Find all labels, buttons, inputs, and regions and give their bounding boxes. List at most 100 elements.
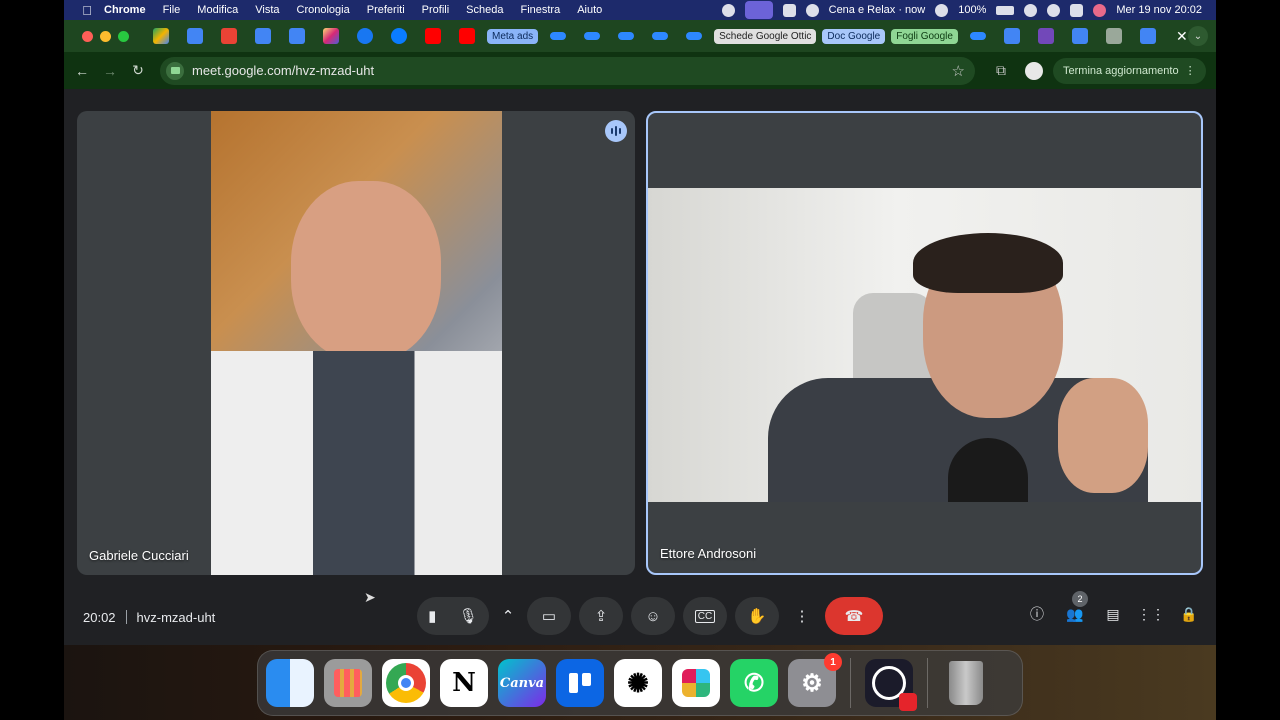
participant-tile[interactable]: Ettore Androsoni	[646, 111, 1203, 575]
menu-modifica[interactable]: Modifica	[197, 4, 238, 16]
address-bar[interactable]: meet.google.com/hvz-mzad-uht ☆	[160, 56, 975, 85]
screen:  Chrome File Modifica Vista Cronologia …	[64, 0, 1216, 720]
tab-meta-icon[interactable]	[618, 32, 635, 40]
menu-profili[interactable]: Profili	[422, 4, 450, 16]
microphone-button[interactable]: ▮ 🎙	[417, 597, 489, 635]
tab-fogli-google[interactable]: Fogli Google	[891, 28, 958, 44]
extensions-icon[interactable]: ⧉	[987, 57, 1015, 85]
menu-aiuto[interactable]: Aiuto	[577, 4, 602, 16]
tab-schede-google[interactable]: Schede Google Ottic	[714, 28, 817, 44]
chatgpt-status-icon[interactable]	[805, 3, 819, 17]
profile-avatar[interactable]	[1025, 61, 1043, 80]
update-button[interactable]: Termina aggiornamento ⋮	[1053, 57, 1206, 84]
camera-options-chevron-icon[interactable]: ⌃	[497, 597, 519, 635]
update-label: Termina aggiornamento	[1063, 64, 1179, 77]
menu-finestra[interactable]: Finestra	[520, 4, 560, 16]
tab-gmail-icon[interactable]	[221, 28, 237, 44]
participant-tile[interactable]: Gabriele Cucciari	[77, 111, 635, 575]
back-icon[interactable]: ←	[68, 57, 96, 85]
close-tab-icon[interactable]: ✕	[1176, 28, 1188, 45]
meet-site-icon[interactable]	[166, 61, 184, 80]
obs-icon[interactable]	[865, 659, 917, 711]
finder-icon[interactable]	[266, 659, 314, 707]
notification-badge: 1	[824, 653, 842, 671]
forward-icon[interactable]: →	[96, 57, 124, 85]
present-screen-button[interactable]: ⇪	[579, 597, 623, 635]
tab-docs-icon[interactable]	[1071, 28, 1088, 44]
tab-calendar-icon[interactable]	[187, 28, 203, 44]
now-playing[interactable]: Cena e Relax · now	[829, 4, 926, 16]
menu-cronologia[interactable]: Cronologia	[297, 4, 350, 16]
tab-facebook-icon[interactable]	[357, 28, 373, 44]
menu-vista[interactable]: Vista	[255, 4, 279, 16]
tab-messenger-icon[interactable]	[391, 28, 407, 44]
apple-icon[interactable]: 	[80, 3, 94, 18]
chat-icon[interactable]: ▤	[1102, 603, 1124, 625]
menu-app-name[interactable]: Chrome	[104, 4, 146, 16]
tab-meta-icon[interactable]	[550, 32, 567, 40]
launchpad-grid	[334, 669, 362, 697]
notion-icon[interactable]: N	[440, 659, 488, 707]
captions-button[interactable]: CC	[683, 597, 727, 635]
status-app-icon[interactable]	[721, 3, 735, 17]
people-glyph: 👥	[1066, 605, 1084, 622]
whatsapp-icon[interactable]: ✆	[730, 659, 778, 707]
tab-youtube-icon[interactable]	[425, 28, 441, 44]
captions-icon: CC	[694, 609, 716, 623]
trello-icon[interactable]	[556, 659, 604, 707]
tab-youtube-icon[interactable]	[459, 28, 475, 44]
people-icon[interactable]: 👥 2	[1064, 591, 1088, 625]
wifi-icon[interactable]	[1024, 3, 1038, 17]
leave-call-button[interactable]: ☎	[825, 597, 883, 635]
zoom-window-button[interactable]	[118, 30, 129, 42]
bookmark-star-icon[interactable]: ☆	[952, 62, 965, 80]
minimize-window-button[interactable]	[100, 30, 111, 42]
system-settings-icon[interactable]: ⚙ 1	[788, 653, 842, 707]
tab-docs-icon[interactable]	[255, 28, 271, 44]
menu-preferiti[interactable]: Preferiti	[367, 4, 405, 16]
chatgpt-icon[interactable]: ✺	[614, 659, 662, 707]
meeting-details-icon[interactable]: ⓘ	[1026, 603, 1048, 625]
battery-icon[interactable]	[996, 5, 1015, 15]
tab-meta-icon[interactable]	[686, 32, 703, 40]
present-icon: ⇪	[594, 608, 608, 625]
window-controls	[82, 30, 129, 42]
activities-icon[interactable]: ⋮⋮	[1137, 603, 1165, 625]
cast-icon[interactable]	[782, 3, 796, 17]
search-icon[interactable]	[1047, 3, 1061, 17]
reactions-button[interactable]: ☺	[631, 597, 675, 635]
chrome-icon[interactable]	[382, 659, 430, 707]
tab-meta-ads[interactable]: Meta ads	[487, 28, 539, 44]
status-area: Cena e Relax · now 100% Mer 19 nov 20:02	[721, 1, 1216, 19]
screen-share-icon[interactable]	[744, 1, 773, 19]
tab-instagram-icon[interactable]	[323, 28, 339, 44]
tab-docs-icon[interactable]	[1003, 28, 1020, 44]
siri-icon[interactable]	[1093, 3, 1107, 17]
more-options-icon[interactable]: ⋮	[787, 597, 817, 635]
slack-icon[interactable]	[672, 659, 720, 707]
play-icon[interactable]	[935, 3, 949, 17]
tab-meta-icon[interactable]	[969, 32, 986, 40]
trash-icon[interactable]	[942, 659, 990, 707]
tab-docs-icon[interactable]	[289, 28, 305, 44]
canva-icon[interactable]: Canva	[498, 659, 546, 707]
tab-forms-icon[interactable]	[1037, 28, 1054, 44]
tab-meta-icon[interactable]	[584, 32, 601, 40]
tab-adsense-icon[interactable]	[1105, 28, 1122, 44]
control-center-icon[interactable]	[1070, 3, 1084, 17]
launchpad-icon[interactable]	[324, 659, 372, 707]
tab-drive-icon[interactable]	[153, 28, 169, 44]
camera-button[interactable]: ▭	[527, 597, 571, 635]
tab-docs-icon[interactable]	[1139, 28, 1156, 44]
tab-meta-icon[interactable]	[652, 32, 669, 40]
url-text[interactable]: meet.google.com/hvz-mzad-uht	[192, 63, 374, 78]
menu-file[interactable]: File	[163, 4, 181, 16]
clock[interactable]: Mer 19 nov 20:02	[1116, 4, 1202, 16]
close-window-button[interactable]	[82, 30, 93, 42]
host-controls-icon[interactable]: 🔒	[1178, 603, 1200, 625]
tab-doc-google[interactable]: Doc Google	[822, 28, 886, 44]
reload-icon[interactable]: ↻	[124, 57, 152, 85]
raise-hand-button[interactable]: ✋	[735, 597, 779, 635]
menu-scheda[interactable]: Scheda	[466, 4, 503, 16]
tab-search-icon[interactable]: ⌄	[1188, 26, 1208, 46]
